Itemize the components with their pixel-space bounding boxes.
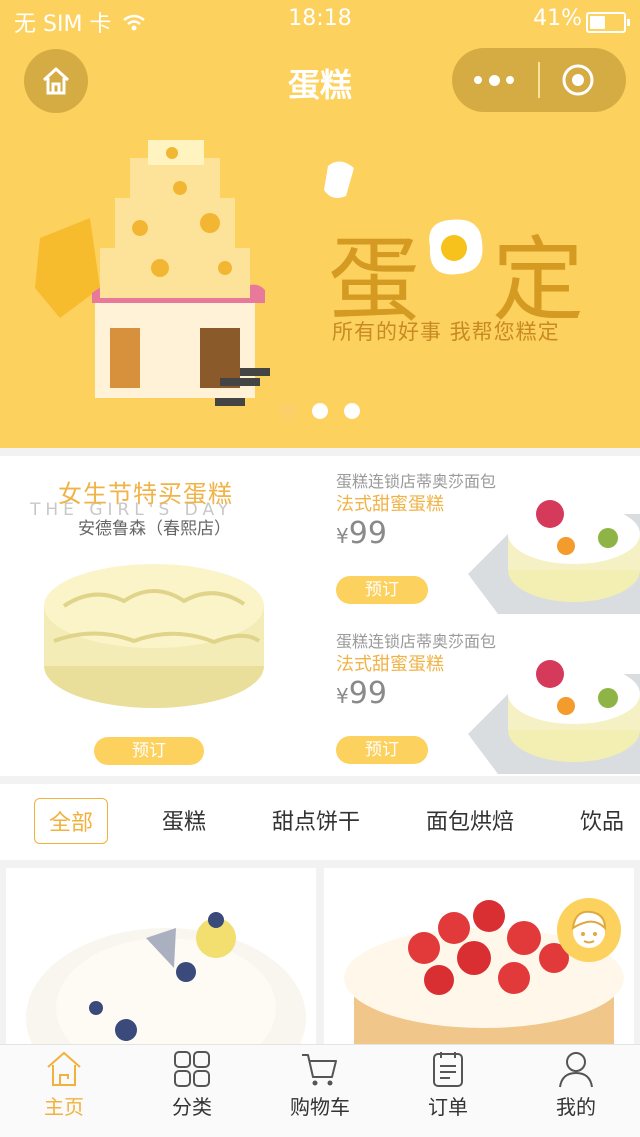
promo-item-2[interactable]: 蛋糕连锁店蒂奥莎面包 法式甜蜜蛋糕 ¥99 预订 (334, 616, 640, 776)
promo-featured[interactable]: THE GIRL'S DAY 女生节特买蛋糕 安德鲁森（春熙店） 预订 (0, 456, 320, 776)
fruit-cake-image (468, 660, 640, 774)
tab-cake[interactable]: 蛋糕 (162, 804, 206, 836)
cart-icon (302, 1054, 337, 1086)
cheese-shop-illustration (35, 140, 270, 406)
price: ¥99 (336, 676, 387, 711)
promo-title: 女生节特买蛋糕 (58, 480, 233, 508)
carousel-indicator (280, 403, 376, 419)
category-tabs: 全部 蛋糕 甜点饼干 面包烘焙 饮品 (0, 784, 640, 860)
carousel-dot-1[interactable] (280, 403, 296, 419)
product-name: 法式甜蜜蛋糕 (336, 494, 444, 515)
order-button[interactable]: 预订 (336, 576, 428, 604)
tabbar-label: 订单 (428, 1095, 468, 1119)
tab-all[interactable]: 全部 (34, 798, 109, 844)
home-icon (47, 1051, 81, 1086)
capsule-menu (452, 48, 626, 112)
battery-icon (586, 12, 630, 33)
cake-image (44, 564, 264, 708)
tabbar-item-me[interactable]: 我的 (536, 1049, 616, 1120)
fruit-cake-image (468, 500, 640, 614)
order-button[interactable]: 预订 (94, 737, 204, 765)
lemon-cake-image (26, 912, 306, 1048)
tabbar-item-category[interactable]: 分类 (152, 1049, 232, 1120)
status-bar: 无 SIM 卡 18:18 41% (0, 0, 640, 40)
user-icon (559, 1052, 593, 1088)
orders-icon (433, 1052, 463, 1087)
tabbar-label: 我的 (556, 1095, 596, 1119)
avatar-icon (571, 910, 607, 948)
tabbar-label: 主页 (44, 1095, 84, 1119)
grid-icon (174, 1051, 210, 1087)
tab-bar: 主页 分类 购物车 订单 我的 (0, 1044, 640, 1137)
product-grid (0, 864, 640, 1048)
carousel-dot-2[interactable] (312, 403, 328, 419)
more-button[interactable] (474, 68, 514, 92)
tab-desserts[interactable]: 甜点饼干 (272, 804, 360, 836)
product-card[interactable] (6, 868, 316, 1048)
banner-carousel[interactable]: 蛋 定 所有的好事 我帮您糕定 (0, 128, 640, 448)
promo-store: 安德鲁森（春熙店） (78, 519, 231, 539)
close-miniprogram-button[interactable] (560, 62, 596, 98)
carousel-dot-3[interactable] (344, 403, 360, 419)
tabbar-label: 购物车 (290, 1095, 350, 1119)
egg-icon (429, 219, 483, 275)
product-name: 法式甜蜜蛋糕 (336, 654, 444, 675)
order-button[interactable]: 预订 (336, 736, 428, 764)
tabbar-item-orders[interactable]: 订单 (408, 1049, 488, 1120)
tabbar-item-cart[interactable]: 购物车 (280, 1049, 360, 1120)
customer-service-button[interactable] (557, 898, 621, 962)
tab-drinks[interactable]: 饮品 (580, 804, 624, 836)
navigation-bar: 蛋糕 (0, 40, 640, 128)
tab-bakery[interactable]: 面包烘焙 (426, 804, 514, 836)
promo-section: THE GIRL'S DAY 女生节特买蛋糕 安德鲁森（春熙店） 预订 蛋糕连锁… (0, 456, 640, 776)
price: ¥99 (336, 516, 387, 551)
promo-item-1[interactable]: 蛋糕连锁店蒂奥莎面包 法式甜蜜蛋糕 ¥99 预订 (334, 456, 640, 616)
banner-subtitle: 所有的好事 我帮您糕定 (332, 320, 560, 344)
tabbar-item-home[interactable]: 主页 (24, 1049, 104, 1120)
tabbar-label: 分类 (172, 1095, 212, 1119)
cloud-shape (324, 161, 354, 198)
battery-percent: 41% (533, 6, 582, 31)
